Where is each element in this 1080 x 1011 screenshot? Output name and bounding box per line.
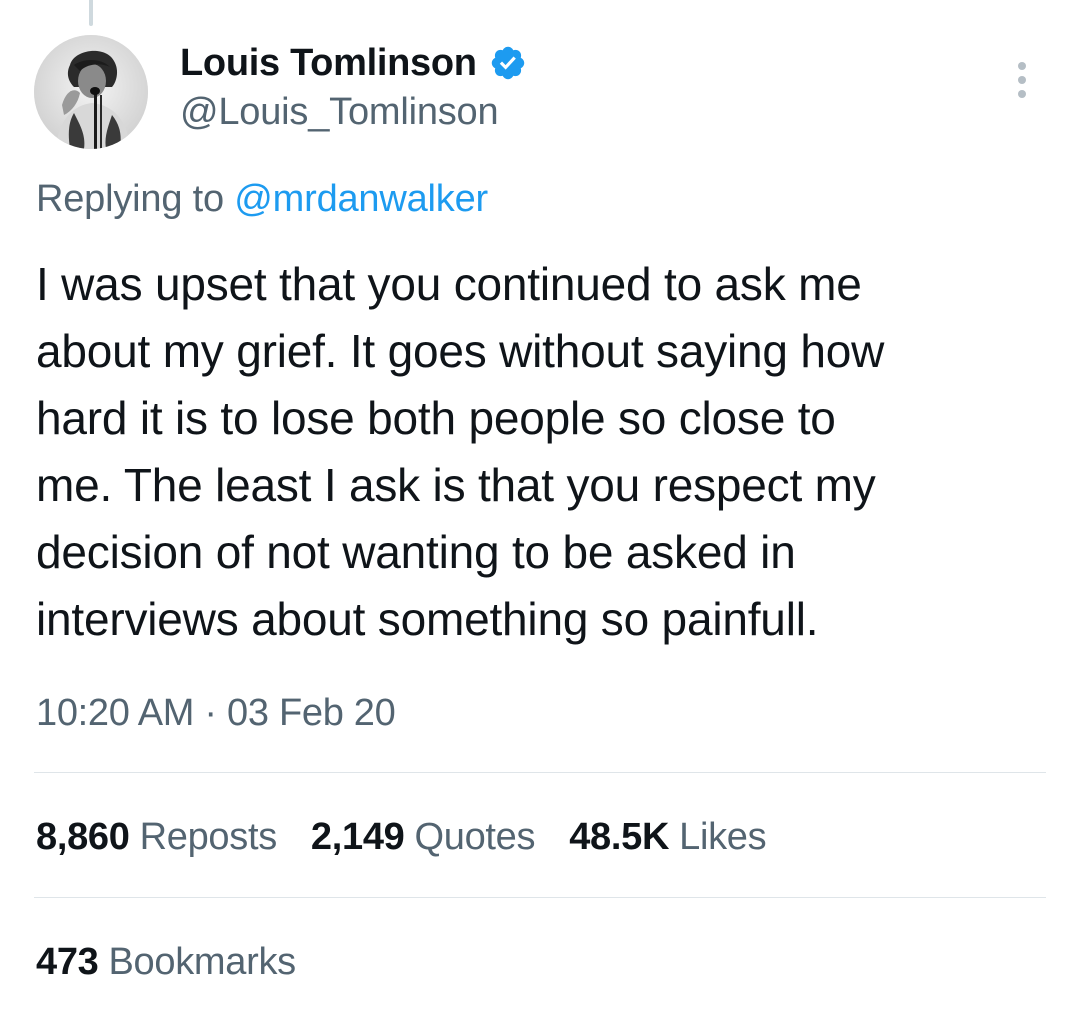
reply-mention-link[interactable]: @mrdanwalker: [234, 178, 488, 220]
likes-count: 48.5K: [569, 816, 670, 858]
engagement-stats: 8,860 Reposts 2,149 Quotes 48.5K Likes: [36, 816, 800, 859]
replying-to-prefix: Replying to: [36, 178, 224, 220]
divider: [34, 897, 1046, 898]
profile-photo-icon: [34, 35, 148, 149]
bookmarks-count: 473: [36, 941, 99, 983]
quotes-label: Quotes: [414, 816, 536, 858]
verified-badge-icon[interactable]: [489, 44, 527, 82]
quotes-stat[interactable]: 2,149 Quotes: [310, 816, 536, 859]
author-handle[interactable]: @Louis_Tomlinson: [180, 91, 499, 134]
divider: [34, 772, 1046, 773]
reposts-count: 8,860: [36, 816, 130, 858]
more-options-icon[interactable]: [1002, 58, 1042, 102]
tweet-text-line: decision of not wanting to be asked in: [36, 526, 796, 578]
likes-stat[interactable]: 48.5K Likes: [569, 816, 766, 859]
reposts-stat[interactable]: 8,860 Reposts: [36, 816, 277, 859]
tweet-text-line: hard it is to lose both people so close …: [36, 392, 836, 444]
tweet-text-line: about my grief. It goes without saying h…: [36, 325, 885, 377]
author-display-name[interactable]: Louis Tomlinson: [180, 42, 477, 85]
replying-to: Replying to @mrdanwalker: [36, 178, 488, 221]
tweet-text-line: me. The least I ask is that you respect …: [36, 459, 876, 511]
likes-label: Likes: [679, 816, 767, 858]
author-name-row: Louis Tomlinson: [180, 40, 527, 86]
bookmarks-label: Bookmarks: [108, 941, 297, 983]
bookmarks-stat[interactable]: 473 Bookmarks: [36, 941, 296, 984]
tweet-timestamp[interactable]: 10:20 AM · 03 Feb 20: [36, 692, 396, 735]
thread-connector-line: [89, 0, 93, 26]
avatar[interactable]: [34, 35, 148, 149]
quotes-count: 2,149: [310, 816, 405, 858]
reposts-label: Reposts: [139, 816, 278, 858]
tweet-text-line: interviews about something so painfull.: [36, 593, 819, 645]
tweet-text-line: I was upset that you continued to ask me: [36, 258, 862, 310]
tweet-text: I was upset that you continued to ask me…: [36, 251, 1046, 653]
